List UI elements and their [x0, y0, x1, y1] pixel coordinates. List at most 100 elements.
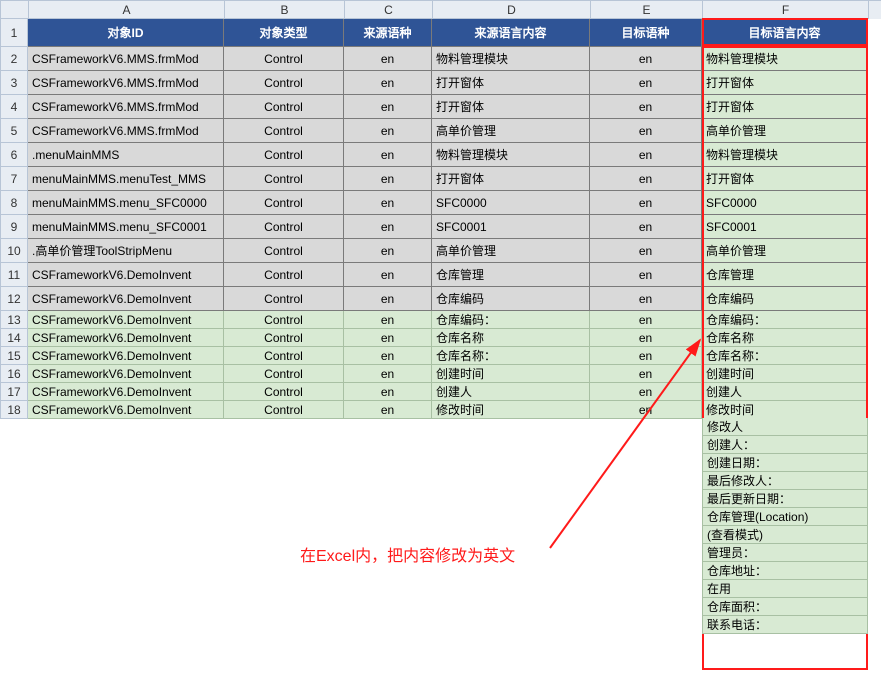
- cell-object-id[interactable]: CSFrameworkV6.DemoInvent: [28, 401, 224, 419]
- cell-source-lang[interactable]: en: [344, 329, 432, 347]
- row-header[interactable]: 6: [0, 143, 28, 167]
- cell-source-content[interactable]: 打开窗体: [432, 167, 590, 191]
- row-header[interactable]: 7: [0, 167, 28, 191]
- row-header[interactable]: 1: [0, 19, 28, 47]
- cell-source-content[interactable]: 高单价管理: [432, 239, 590, 263]
- cell-target-lang[interactable]: en: [590, 311, 702, 329]
- cell-source-lang[interactable]: en: [344, 383, 432, 401]
- cell-object-id[interactable]: menuMainMMS.menu_SFC0001: [28, 215, 224, 239]
- cell-object-type[interactable]: Control: [224, 287, 344, 311]
- cell-target-content[interactable]: 仓库管理: [702, 263, 868, 287]
- cell-target-content[interactable]: 仓库名称：: [702, 347, 868, 365]
- field-header-d[interactable]: 来源语言内容: [432, 19, 590, 47]
- cell-source-content[interactable]: 打开窗体: [432, 95, 590, 119]
- cell-object-id[interactable]: CSFrameworkV6.DemoInvent: [28, 365, 224, 383]
- cell-object-type[interactable]: Control: [224, 383, 344, 401]
- col-header-c[interactable]: C: [345, 1, 433, 19]
- cell-source-content[interactable]: 仓库编码: [432, 287, 590, 311]
- col-header-e[interactable]: E: [591, 1, 703, 19]
- cell-target-content[interactable]: (查看模式): [702, 526, 868, 544]
- cell-target-content[interactable]: 物料管理模块: [702, 143, 868, 167]
- cell-source-content[interactable]: 仓库名称：: [432, 347, 590, 365]
- spreadsheet[interactable]: A B C D E F 1对象ID对象类型来源语种来源语言内容目标语种目标语言内…: [0, 0, 881, 419]
- cell-source-content[interactable]: SFC0000: [432, 191, 590, 215]
- cell-source-lang[interactable]: en: [344, 47, 432, 71]
- cell-target-content[interactable]: 创建人: [702, 383, 868, 401]
- field-header-e[interactable]: 目标语种: [590, 19, 702, 47]
- cell-source-lang[interactable]: en: [344, 215, 432, 239]
- cell-object-type[interactable]: Control: [224, 347, 344, 365]
- row-header[interactable]: 12: [0, 287, 28, 311]
- cell-source-lang[interactable]: en: [344, 311, 432, 329]
- cell-object-id[interactable]: CSFrameworkV6.DemoInvent: [28, 383, 224, 401]
- cell-source-lang[interactable]: en: [344, 239, 432, 263]
- cell-target-content[interactable]: 物料管理模块: [702, 47, 868, 71]
- cell-target-content[interactable]: 打开窗体: [702, 167, 868, 191]
- cell-target-lang[interactable]: en: [590, 215, 702, 239]
- cell-target-content[interactable]: 仓库编码: [702, 287, 868, 311]
- cell-target-lang[interactable]: en: [590, 71, 702, 95]
- row-header[interactable]: 5: [0, 119, 28, 143]
- cell-object-id[interactable]: CSFrameworkV6.MMS.frmMod: [28, 119, 224, 143]
- cell-target-content[interactable]: 打开窗体: [702, 71, 868, 95]
- row-header[interactable]: 9: [0, 215, 28, 239]
- cell-target-content[interactable]: 仓库名称: [702, 329, 868, 347]
- cell-target-content[interactable]: 创建时间: [702, 365, 868, 383]
- cell-object-id[interactable]: CSFrameworkV6.DemoInvent: [28, 311, 224, 329]
- row-header[interactable]: 16: [0, 365, 28, 383]
- row-header[interactable]: 8: [0, 191, 28, 215]
- cell-source-lang[interactable]: en: [344, 143, 432, 167]
- row-header[interactable]: 10: [0, 239, 28, 263]
- cell-target-content[interactable]: 最后修改人：: [702, 472, 868, 490]
- cell-source-lang[interactable]: en: [344, 365, 432, 383]
- cell-object-id[interactable]: CSFrameworkV6.DemoInvent: [28, 347, 224, 365]
- row-header[interactable]: 14: [0, 329, 28, 347]
- cell-object-type[interactable]: Control: [224, 143, 344, 167]
- cell-target-lang[interactable]: en: [590, 95, 702, 119]
- row-header[interactable]: 2: [0, 47, 28, 71]
- cell-target-content[interactable]: 仓库编码：: [702, 311, 868, 329]
- cell-source-lang[interactable]: en: [344, 167, 432, 191]
- cell-object-type[interactable]: Control: [224, 95, 344, 119]
- cell-target-lang[interactable]: en: [590, 47, 702, 71]
- cell-object-id[interactable]: CSFrameworkV6.MMS.frmMod: [28, 95, 224, 119]
- cell-object-id[interactable]: menuMainMMS.menu_SFC0000: [28, 191, 224, 215]
- cell-object-id[interactable]: menuMainMMS.menuTest_MMS: [28, 167, 224, 191]
- cell-target-content[interactable]: 仓库地址：: [702, 562, 868, 580]
- cell-target-content[interactable]: 高单价管理: [702, 239, 868, 263]
- cell-target-lang[interactable]: en: [590, 401, 702, 419]
- row-header[interactable]: 3: [0, 71, 28, 95]
- col-header-b[interactable]: B: [225, 1, 345, 19]
- cell-object-type[interactable]: Control: [224, 191, 344, 215]
- cell-target-content[interactable]: 仓库面积：: [702, 598, 868, 616]
- row-header[interactable]: 11: [0, 263, 28, 287]
- cell-object-id[interactable]: CSFrameworkV6.DemoInvent: [28, 263, 224, 287]
- cell-target-lang[interactable]: en: [590, 329, 702, 347]
- cell-object-type[interactable]: Control: [224, 215, 344, 239]
- field-header-a[interactable]: 对象ID: [28, 19, 224, 47]
- cell-target-lang[interactable]: en: [590, 263, 702, 287]
- cell-target-content[interactable]: 高单价管理: [702, 119, 868, 143]
- cell-source-lang[interactable]: en: [344, 71, 432, 95]
- cell-target-lang[interactable]: en: [590, 239, 702, 263]
- cell-source-content[interactable]: 仓库编码：: [432, 311, 590, 329]
- cell-object-type[interactable]: Control: [224, 365, 344, 383]
- cell-target-content[interactable]: 管理员：: [702, 544, 868, 562]
- cell-object-id[interactable]: CSFrameworkV6.MMS.frmMod: [28, 47, 224, 71]
- cell-target-content[interactable]: 仓库管理(Location): [702, 508, 868, 526]
- cell-target-content[interactable]: 打开窗体: [702, 95, 868, 119]
- cell-source-content[interactable]: 物料管理模块: [432, 47, 590, 71]
- row-header[interactable]: 18: [0, 401, 28, 419]
- cell-object-type[interactable]: Control: [224, 167, 344, 191]
- cell-source-content[interactable]: 创建时间: [432, 365, 590, 383]
- cell-object-type[interactable]: Control: [224, 263, 344, 287]
- select-all-corner[interactable]: [1, 1, 29, 19]
- cell-source-lang[interactable]: en: [344, 95, 432, 119]
- cell-target-lang[interactable]: en: [590, 287, 702, 311]
- cell-target-lang[interactable]: en: [590, 347, 702, 365]
- cell-source-content[interactable]: 仓库管理: [432, 263, 590, 287]
- cell-target-content[interactable]: 创建日期：: [702, 454, 868, 472]
- cell-target-lang[interactable]: en: [590, 167, 702, 191]
- cell-source-content[interactable]: 修改时间: [432, 401, 590, 419]
- cell-target-content[interactable]: 在用: [702, 580, 868, 598]
